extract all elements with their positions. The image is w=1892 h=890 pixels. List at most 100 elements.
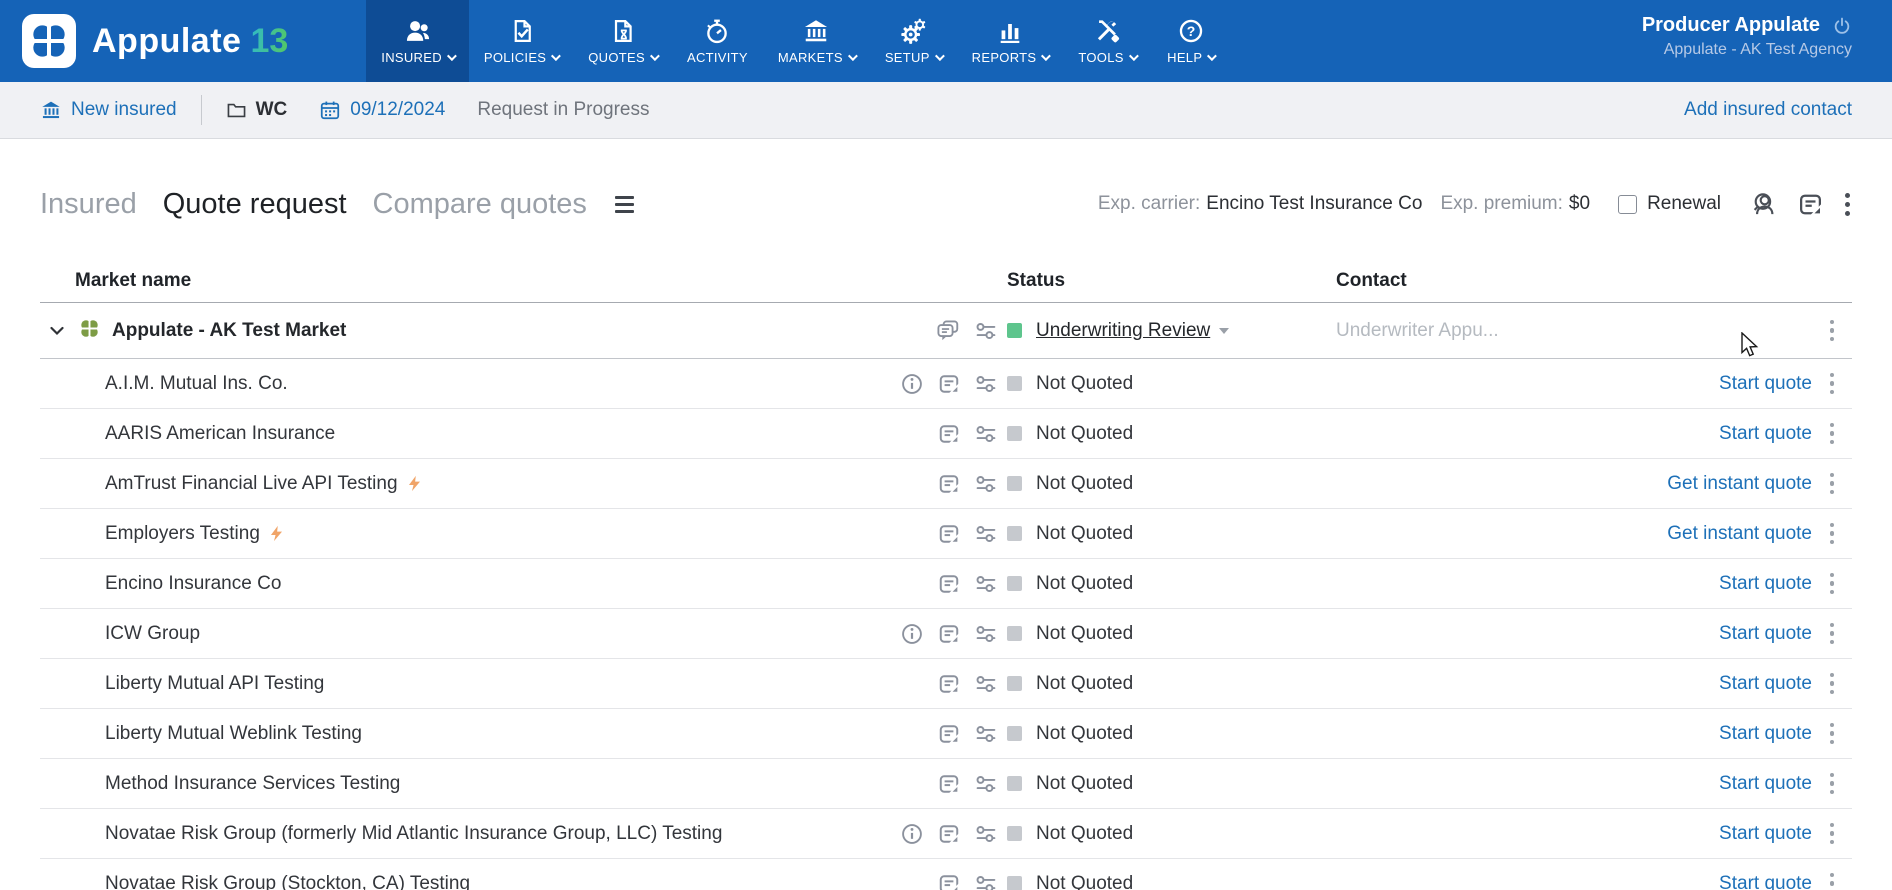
row-menu-icon[interactable] (1828, 621, 1837, 647)
power-icon[interactable] (1832, 16, 1852, 36)
user-box: Producer Appulate Appulate - AK Test Age… (1642, 0, 1892, 82)
market-name[interactable]: ICW Group (105, 623, 200, 645)
collapse-chevron-icon[interactable] (50, 326, 64, 336)
workflow-icon[interactable] (975, 723, 997, 745)
quote-action-link[interactable]: Start quote (1719, 823, 1812, 845)
workflow-icon[interactable] (975, 623, 997, 645)
calendar-icon (319, 99, 341, 121)
market-name[interactable]: Liberty Mutual API Testing (105, 673, 324, 695)
market-name[interactable]: AmTrust Financial Live API Testing (105, 473, 398, 495)
row-menu-icon[interactable] (1828, 821, 1837, 847)
questionnaire-icon[interactable] (938, 523, 960, 545)
quote-action-link[interactable]: Start quote (1719, 773, 1812, 795)
workflow-icon[interactable] (975, 873, 997, 890)
quote-action-link[interactable]: Get instant quote (1667, 473, 1812, 495)
market-name[interactable]: A.I.M. Mutual Ins. Co. (105, 373, 288, 395)
row-menu-icon[interactable] (1828, 721, 1837, 747)
parent-status-dropdown[interactable]: Underwriting Review (1036, 320, 1210, 342)
row-menu-icon[interactable] (1828, 571, 1837, 597)
questionnaire-icon[interactable] (938, 723, 960, 745)
tabs-menu-icon[interactable] (615, 196, 634, 213)
quote-action-link[interactable]: Start quote (1719, 423, 1812, 445)
info-icon[interactable] (901, 623, 923, 645)
row-menu-icon[interactable] (1828, 521, 1837, 547)
nav-policies[interactable]: POLICIES (469, 0, 573, 82)
market-name[interactable]: Encino Insurance Co (105, 573, 281, 595)
row-menu-icon[interactable] (1828, 421, 1837, 447)
tools-icon (1093, 17, 1121, 45)
workflow-icon[interactable] (975, 423, 997, 445)
questionnaire-icon[interactable] (938, 873, 960, 890)
quote-action-link[interactable]: Start quote (1719, 723, 1812, 745)
bank-icon (802, 17, 830, 45)
questionnaire-icon[interactable] (938, 623, 960, 645)
quote-action-link[interactable]: Start quote (1719, 623, 1812, 645)
workflow-icon[interactable] (975, 573, 997, 595)
renewal-checkbox[interactable] (1618, 195, 1637, 214)
quote-request-menu-icon[interactable] (1843, 191, 1852, 218)
market-row: AmTrust Financial Live API Testing (40, 459, 1852, 509)
nav-activity[interactable]: ACTIVITY (672, 0, 763, 82)
workflow-icon[interactable] (975, 320, 997, 342)
workflow-icon[interactable] (975, 473, 997, 495)
parent-market-name[interactable]: Appulate - AK Test Market (112, 320, 346, 342)
row-menu-icon[interactable] (1828, 671, 1837, 697)
info-icon[interactable] (901, 823, 923, 845)
markets-table: Market name Status Contact (0, 259, 1892, 890)
workflow-icon[interactable] (975, 373, 997, 395)
tab-insured[interactable]: Insured (40, 188, 137, 221)
column-market-name: Market name (40, 270, 1007, 292)
status-square (1007, 776, 1022, 791)
market-name[interactable]: Novatae Risk Group (Stockton, CA) Testin… (105, 873, 470, 890)
notes-icon[interactable] (1798, 192, 1823, 217)
row-menu-icon[interactable] (1828, 318, 1837, 344)
questionnaire-icon[interactable] (938, 373, 960, 395)
quote-action-link[interactable]: Start quote (1719, 573, 1812, 595)
row-menu-icon[interactable] (1828, 371, 1837, 397)
quote-action-link[interactable]: Start quote (1719, 873, 1812, 890)
tab-compare-quotes[interactable]: Compare quotes (373, 188, 587, 221)
quote-action-link[interactable]: Start quote (1719, 673, 1812, 695)
nav-markets[interactable]: MARKETS (763, 0, 870, 82)
questionnaire-icon[interactable] (938, 823, 960, 845)
market-name[interactable]: Novatae Risk Group (formerly Mid Atlanti… (105, 823, 722, 845)
row-menu-icon[interactable] (1828, 871, 1837, 890)
market-name[interactable]: Method Insurance Services Testing (105, 773, 400, 795)
nav-tools[interactable]: TOOLS (1063, 0, 1150, 82)
market-name[interactable]: AARIS American Insurance (105, 423, 335, 445)
status-square (1007, 426, 1022, 441)
line-of-business[interactable]: WC (226, 99, 288, 121)
chat-icon[interactable] (936, 319, 960, 343)
nav-reports[interactable]: REPORTS (957, 0, 1064, 82)
chevron-down-icon (650, 51, 660, 61)
app-logo[interactable]: Appulate13 (0, 0, 318, 82)
new-insured-link[interactable]: New insured (40, 99, 177, 121)
nav-quotes[interactable]: QUOTES (573, 0, 672, 82)
row-menu-icon[interactable] (1828, 771, 1837, 797)
workflow-icon[interactable] (975, 523, 997, 545)
questionnaire-icon[interactable] (938, 573, 960, 595)
nav-setup[interactable]: SETUP (870, 0, 957, 82)
market-name[interactable]: Liberty Mutual Weblink Testing (105, 723, 362, 745)
questionnaire-icon[interactable] (938, 473, 960, 495)
parent-contact[interactable]: Underwriter Appu... (1336, 320, 1666, 342)
workflow-icon[interactable] (975, 673, 997, 695)
row-menu-icon[interactable] (1828, 471, 1837, 497)
effective-date[interactable]: 09/12/2024 (319, 99, 445, 121)
info-icon[interactable] (901, 373, 923, 395)
workflow-icon[interactable] (975, 823, 997, 845)
quote-action-link[interactable]: Start quote (1719, 373, 1812, 395)
workflow-icon[interactable] (975, 773, 997, 795)
quote-action-link[interactable]: Get instant quote (1667, 523, 1812, 545)
user-name[interactable]: Producer Appulate (1642, 14, 1820, 37)
find-contact-icon[interactable] (1751, 191, 1778, 218)
questionnaire-icon[interactable] (938, 773, 960, 795)
status-label: Not Quoted (1036, 773, 1133, 795)
questionnaire-icon[interactable] (938, 423, 960, 445)
market-name[interactable]: Employers Testing (105, 523, 260, 545)
nav-insured[interactable]: INSURED (366, 0, 469, 82)
add-insured-contact-link[interactable]: Add insured contact (1684, 99, 1852, 121)
nav-help[interactable]: ? HELP (1151, 0, 1231, 82)
tab-quote-request[interactable]: Quote request (163, 188, 347, 221)
questionnaire-icon[interactable] (938, 673, 960, 695)
